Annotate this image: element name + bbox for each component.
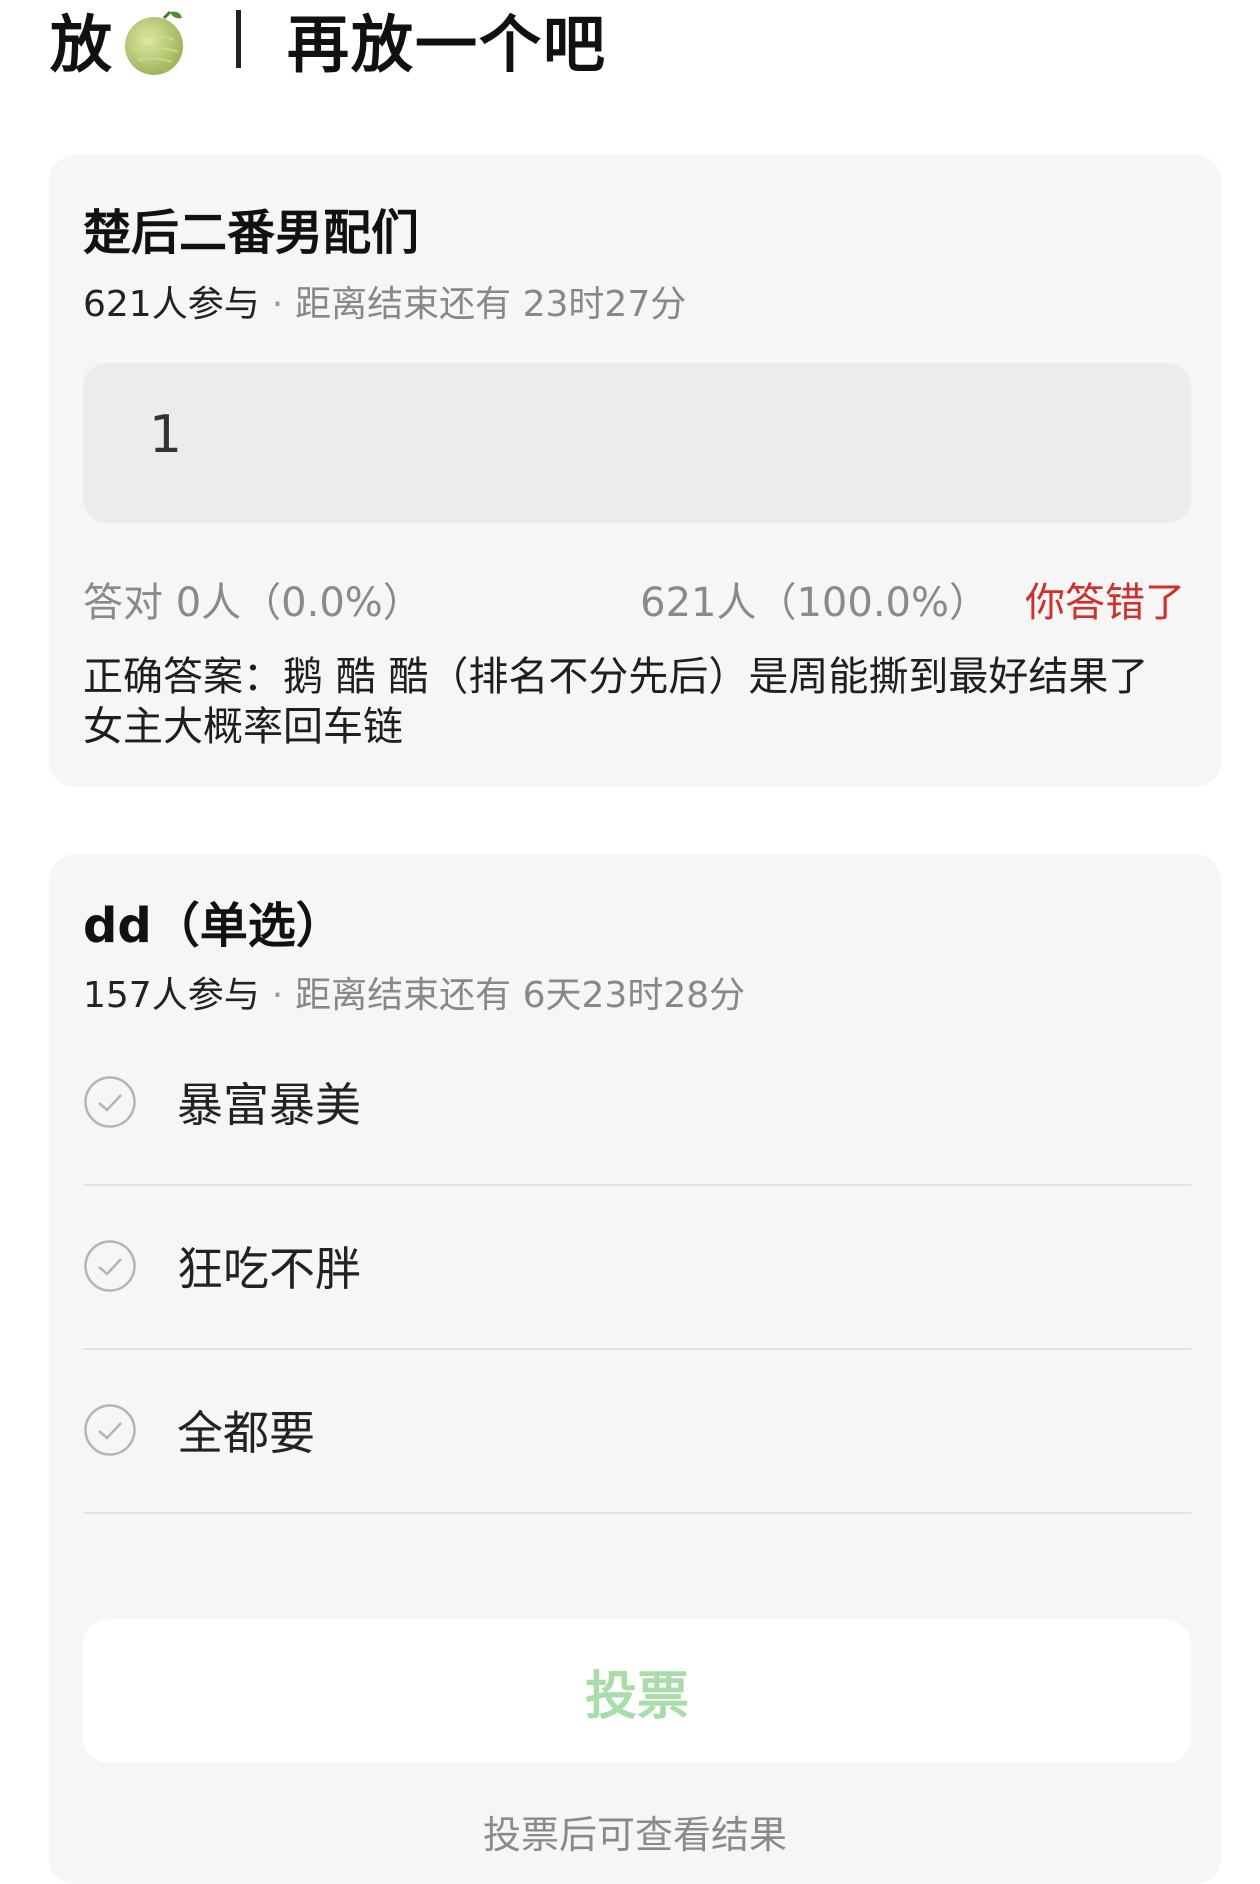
option-label: 全都要 <box>177 1406 315 1460</box>
time-remaining: 距离结束还有 6天23时28分 <box>295 975 746 1016</box>
poll-title: dd（单选） <box>83 898 344 954</box>
header-title-part2: 再放一个吧 <box>287 8 608 81</box>
participant-count: 157人参与 <box>83 975 260 1016</box>
meta-dot: · <box>271 975 284 1016</box>
option-label: 暴富暴美 <box>177 1078 361 1132</box>
time-remaining: 距离结束还有 23时27分 <box>295 284 687 325</box>
wrong-stat-row: 621人（100.0%） 你答错了 <box>640 570 1185 628</box>
correct-stat: 答对 0人（0.0%） <box>83 580 423 626</box>
answer-explanation: 正确答案：鹅 酷 酷（排名不分先后）是周能撕到最好结果了 女主大概率回车链 <box>83 654 1149 750</box>
check-circle-icon <box>84 1240 136 1292</box>
poll-title: 楚后二番男配们 <box>83 205 420 261</box>
poll-option-3[interactable]: 全都要 <box>83 1348 1191 1514</box>
poll-meta: 157人参与 · 距离结束还有 6天23时28分 <box>83 966 745 1018</box>
result-badge: 你答错了 <box>1025 580 1185 626</box>
meta-dot: · <box>271 284 284 325</box>
poll-option-2[interactable]: 狂吃不胖 <box>83 1184 1191 1350</box>
answer-value: 1 <box>149 405 183 465</box>
wrong-stat: 621人（100.0%） <box>640 580 989 626</box>
check-circle-icon <box>84 1076 136 1128</box>
header-separator <box>236 10 242 68</box>
header-title-part1: 放 <box>50 8 115 81</box>
check-circle-icon <box>84 1404 136 1456</box>
vote-footer-note: 投票后可查看结果 <box>482 1813 787 1857</box>
poll-card-2: dd（单选） 157人参与 · 距离结束还有 6天23时28分 暴富暴美 狂吃不胖 … <box>49 854 1221 1884</box>
poll-card-1: 楚后二番男配们 621人参与 · 距离结束还有 23时27分 1 答对 0人（0.0… <box>49 155 1221 787</box>
page-header: 放 再放一个吧 <box>50 0 607 81</box>
participant-count: 621人参与 <box>83 284 260 325</box>
vote-button[interactable]: 投票 <box>83 1619 1191 1763</box>
poll-meta: 621人参与 · 距离结束还有 23时27分 <box>83 275 686 327</box>
melon-icon <box>125 10 184 75</box>
answer-field: 1 <box>83 363 1191 523</box>
poll-option-1[interactable]: 暴富暴美 <box>83 1020 1191 1186</box>
option-label: 狂吃不胖 <box>177 1242 361 1296</box>
